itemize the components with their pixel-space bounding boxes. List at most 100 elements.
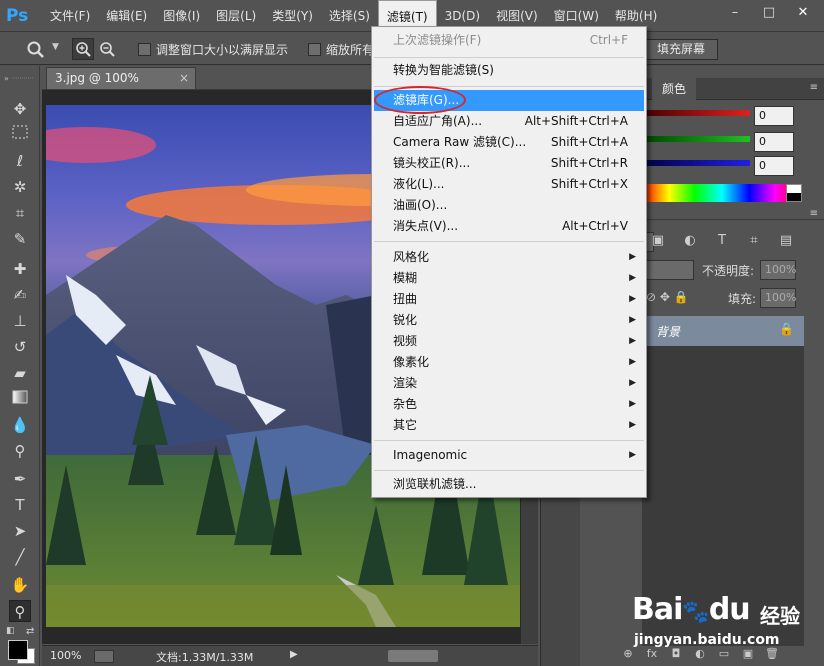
menu-browse-filters-online[interactable]: 浏览联机滤镜...: [374, 474, 644, 495]
menu-oil-paint-label: 油画(O)...: [393, 198, 448, 212]
gradient-icon[interactable]: [9, 388, 31, 410]
type-icon[interactable]: T: [9, 494, 31, 516]
smart-object-filter-icon[interactable]: ▤: [777, 232, 795, 250]
status-menu-arrow-icon[interactable]: ▶: [290, 649, 298, 660]
layer-lock-icon: 🔒: [779, 322, 794, 336]
menu-liquify[interactable]: 液化(L)... Shift+Ctrl+X: [374, 174, 644, 195]
menu-stylize-label: 风格化: [393, 250, 430, 264]
menu-convert-smart-filter[interactable]: 转换为智能滤镜(S): [374, 60, 644, 81]
zoom-level-field[interactable]: 100%: [50, 649, 81, 662]
menu-stylize[interactable]: 风格化 ▶: [374, 247, 644, 268]
tab-color[interactable]: 颜色: [652, 78, 697, 100]
menu-last-filter-label: 上次滤镜操作(F): [393, 33, 482, 47]
menu-sharpen[interactable]: 锐化 ▶: [374, 310, 644, 331]
menu-adaptive-wide-angle[interactable]: 自适应广角(A)... Alt+Shift+Ctrl+A: [374, 111, 644, 132]
brush-icon[interactable]: ✍: [9, 284, 31, 306]
red-slider[interactable]: [642, 110, 750, 116]
default-colors-icon[interactable]: ◧: [6, 626, 15, 636]
submenu-arrow-icon: ▶: [629, 273, 636, 283]
swap-colors-icon[interactable]: ⇄: [26, 626, 34, 637]
menu-vanishing-point[interactable]: 消失点(V)... Alt+Ctrl+V: [374, 216, 644, 237]
move-icon[interactable]: ✥: [9, 98, 31, 120]
submenu-arrow-icon: ▶: [629, 450, 636, 460]
black-white-swatch[interactable]: [786, 184, 802, 202]
minimize-button[interactable]: –: [718, 2, 752, 24]
eraser-icon[interactable]: ▰: [9, 362, 31, 384]
type-filter-icon[interactable]: T: [713, 232, 731, 250]
menu-last-filter[interactable]: 上次滤镜操作(F) Ctrl+F: [374, 30, 644, 51]
zoom-in-icon[interactable]: [72, 38, 94, 60]
pixel-filter-icon[interactable]: ▣: [649, 232, 667, 250]
menu-image[interactable]: 图像(I): [155, 0, 208, 32]
menu-type[interactable]: 类型(Y): [264, 0, 321, 32]
menu-camera-raw[interactable]: Camera Raw 滤镜(C)... Shift+Ctrl+A: [374, 132, 644, 153]
menu-liquify-label: 液化(L)...: [393, 177, 445, 191]
submenu-arrow-icon: ▶: [629, 336, 636, 346]
zoom-tool-icon[interactable]: [26, 40, 48, 63]
photoshop-logo: Ps: [6, 6, 29, 26]
zoom-icon[interactable]: ⚲: [9, 600, 31, 622]
menu-other[interactable]: 其它 ▶: [374, 415, 644, 436]
menu-render[interactable]: 渲染 ▶: [374, 373, 644, 394]
lasso-icon[interactable]: ℓ: [9, 150, 31, 172]
marquee-icon[interactable]: [9, 124, 31, 146]
line-icon[interactable]: ╱: [9, 546, 31, 568]
panel-menu-icon[interactable]: ≡: [810, 82, 818, 93]
eyedropper-icon[interactable]: ✎: [9, 228, 31, 250]
menu-noise[interactable]: 杂色 ▶: [374, 394, 644, 415]
color-spectrum[interactable]: [642, 184, 802, 202]
menu-video[interactable]: 视频 ▶: [374, 331, 644, 352]
blend-mode-select[interactable]: [642, 260, 694, 280]
horizontal-scrollbar-thumb[interactable]: [388, 650, 438, 662]
shape-filter-icon[interactable]: ⌗: [745, 232, 763, 250]
layer-name[interactable]: 背景: [656, 323, 680, 340]
stamp-icon[interactable]: ⊥: [9, 310, 31, 332]
pen-icon[interactable]: ✒: [9, 468, 31, 490]
layer-row-background[interactable]: 背景 🔒: [642, 316, 804, 346]
green-slider[interactable]: [642, 136, 750, 142]
blue-value[interactable]: 0: [754, 156, 794, 176]
magic-wand-icon[interactable]: ✲: [9, 176, 31, 198]
crop-icon[interactable]: ⌗: [9, 202, 31, 224]
document-tab[interactable]: 3.jpg @ 100%(RGB/8#) ×: [46, 67, 196, 106]
menu-distort[interactable]: 扭曲 ▶: [374, 289, 644, 310]
close-button[interactable]: ✕: [786, 2, 820, 24]
foreground-color-swatch[interactable]: [8, 640, 28, 660]
opacity-value[interactable]: 100%: [760, 260, 796, 280]
menu-oil-paint[interactable]: 油画(O)...: [374, 195, 644, 216]
layers-panel-menu-icon[interactable]: ≡: [810, 208, 818, 219]
toolbar-grip[interactable]: »: [4, 70, 34, 83]
menu-imagenomic[interactable]: Imagenomic ▶: [374, 445, 644, 466]
fill-value[interactable]: 100%: [760, 288, 796, 308]
menu-blur[interactable]: 模糊 ▶: [374, 268, 644, 289]
lock-icons[interactable]: ⊘ ✥ 🔒: [646, 290, 689, 304]
menu-file[interactable]: 文件(F): [42, 0, 98, 32]
menu-lens-correction[interactable]: 镜头校正(R)... Shift+Ctrl+R: [374, 153, 644, 174]
layer-filter-icons: ▣ ◐ T ⌗ ▤: [642, 232, 802, 254]
menu-select[interactable]: 选择(S): [321, 0, 378, 32]
zoom-out-icon[interactable]: [96, 38, 118, 60]
restore-button[interactable]: □: [752, 2, 786, 24]
green-value[interactable]: 0: [754, 132, 794, 152]
zoom-all-checkbox[interactable]: [308, 43, 321, 56]
healing-icon[interactable]: ✚: [9, 258, 31, 280]
tool-preset-arrow-icon[interactable]: ▼: [52, 42, 59, 52]
blue-slider[interactable]: [642, 160, 750, 166]
adjustment-filter-icon[interactable]: ◐: [681, 232, 699, 250]
dodge-icon[interactable]: ⚲: [9, 440, 31, 462]
resize-windows-checkbox[interactable]: [138, 43, 151, 56]
status-info-icon[interactable]: [94, 650, 114, 663]
fill-screen-button[interactable]: 填充屏幕: [644, 39, 718, 60]
hand-icon[interactable]: ✋: [9, 574, 31, 596]
menu-edit[interactable]: 编辑(E): [98, 0, 155, 32]
menu-vanishing-point-label: 消失点(V)...: [393, 219, 459, 233]
red-value[interactable]: 0: [754, 106, 794, 126]
menu-pixelate[interactable]: 像素化 ▶: [374, 352, 644, 373]
menu-layer[interactable]: 图层(L): [208, 0, 264, 32]
close-tab-icon[interactable]: ×: [179, 68, 189, 89]
path-select-icon[interactable]: ➤: [9, 520, 31, 542]
menu-separator: [374, 440, 644, 441]
blur-icon[interactable]: 💧: [9, 414, 31, 436]
history-brush-icon[interactable]: ↺: [9, 336, 31, 358]
opacity-label: 不透明度:: [702, 264, 755, 278]
